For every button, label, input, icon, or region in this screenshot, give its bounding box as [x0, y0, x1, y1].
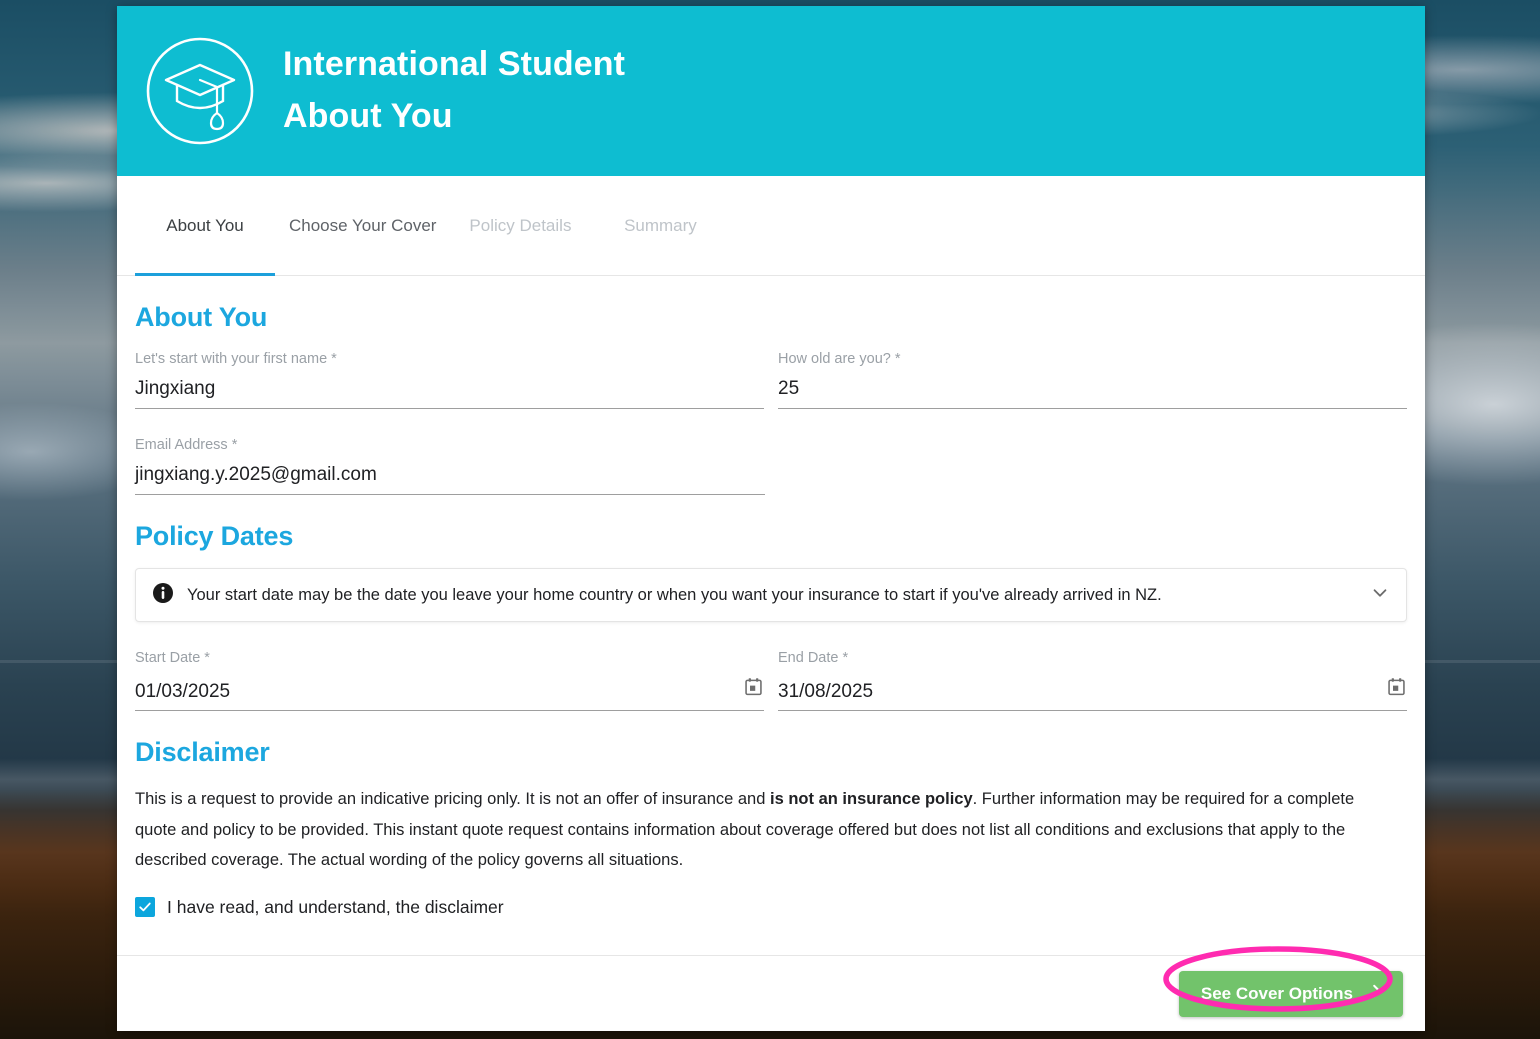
disclaimer-checkbox-label: I have read, and understand, the disclai… [167, 896, 504, 917]
disclaimer-checkbox-row[interactable]: I have read, and understand, the disclai… [135, 897, 1407, 918]
step-tabs: About You Choose Your Cover Policy Detai… [117, 176, 1425, 276]
form-footer: See Cover Options [117, 946, 1425, 1031]
start-date-label: Start Date * [135, 650, 210, 667]
age-input[interactable]: 25 [778, 377, 1407, 401]
form-body: About You Let's start with your first na… [117, 276, 1425, 955]
age-field[interactable]: How old are you? * 25 [778, 349, 1407, 435]
header-title-block: International Student About You [283, 39, 625, 142]
page-title-product: International Student [283, 45, 626, 84]
disclaimer-text-emphasis: is not an insurance policy [770, 790, 973, 809]
section-title-about-you: About You [135, 302, 268, 332]
see-cover-options-button[interactable]: See Cover Options [1178, 970, 1403, 1017]
end-date-field[interactable]: End Date * 31/08/2025 [778, 648, 1407, 737]
disclaimer-text-part1: This is a request to provide an indicati… [135, 790, 770, 809]
start-date-info-banner[interactable]: Your start date may be the date you leav… [135, 568, 1407, 623]
email-input[interactable]: jingxiang.y.2025@gmail.com [135, 463, 765, 487]
graduation-cap-icon [144, 35, 256, 147]
tab-about-you[interactable]: About You [135, 176, 275, 276]
disclaimer-checkbox[interactable] [135, 897, 155, 918]
start-date-field[interactable]: Start Date * 01/03/2025 [135, 648, 764, 737]
quote-form-card: International Student About You About Yo… [117, 6, 1425, 1031]
chevron-down-icon[interactable] [1370, 583, 1390, 608]
chevron-right-icon [1369, 983, 1385, 1004]
form-row-dates: Start Date * 01/03/2025 End Date * 31/08… [135, 648, 1407, 737]
tab-policy-details[interactable]: Policy Details [450, 176, 590, 276]
email-label: Email Address * [135, 437, 238, 454]
calendar-icon[interactable] [1386, 676, 1407, 702]
info-banner-text: Your start date may be the date you leav… [187, 585, 1162, 604]
email-field[interactable]: Email Address * jingxiang.y.2025@gmail.c… [135, 435, 765, 521]
first-name-field[interactable]: Let's start with your first name * Jingx… [135, 349, 764, 435]
disclaimer-text: This is a request to provide an indicati… [135, 784, 1393, 875]
form-row-name-age: Let's start with your first name * Jingx… [135, 349, 1407, 435]
section-title-policy-dates: Policy Dates [135, 521, 294, 552]
page-header: International Student About You [117, 6, 1425, 176]
start-date-input[interactable]: 01/03/2025 [135, 680, 735, 704]
end-date-input[interactable]: 31/08/2025 [778, 680, 1378, 704]
section-title-disclaimer: Disclaimer [135, 737, 270, 768]
page-title-step: About You [283, 97, 453, 135]
see-cover-options-label: See Cover Options [1200, 983, 1353, 1003]
tab-summary[interactable]: Summary [590, 176, 730, 276]
first-name-label: Let's start with your first name * [135, 351, 337, 367]
age-label: How old are you? * [778, 351, 901, 367]
tab-choose-your-cover[interactable]: Choose Your Cover [275, 176, 450, 276]
field-gap [764, 648, 778, 737]
field-gap [764, 349, 778, 435]
end-date-label: End Date * [778, 650, 849, 667]
form-row-email: Email Address * jingxiang.y.2025@gmail.c… [135, 435, 1407, 521]
calendar-icon[interactable] [743, 676, 764, 702]
info-circle-icon [152, 582, 174, 609]
first-name-input[interactable]: Jingxiang [135, 377, 764, 401]
